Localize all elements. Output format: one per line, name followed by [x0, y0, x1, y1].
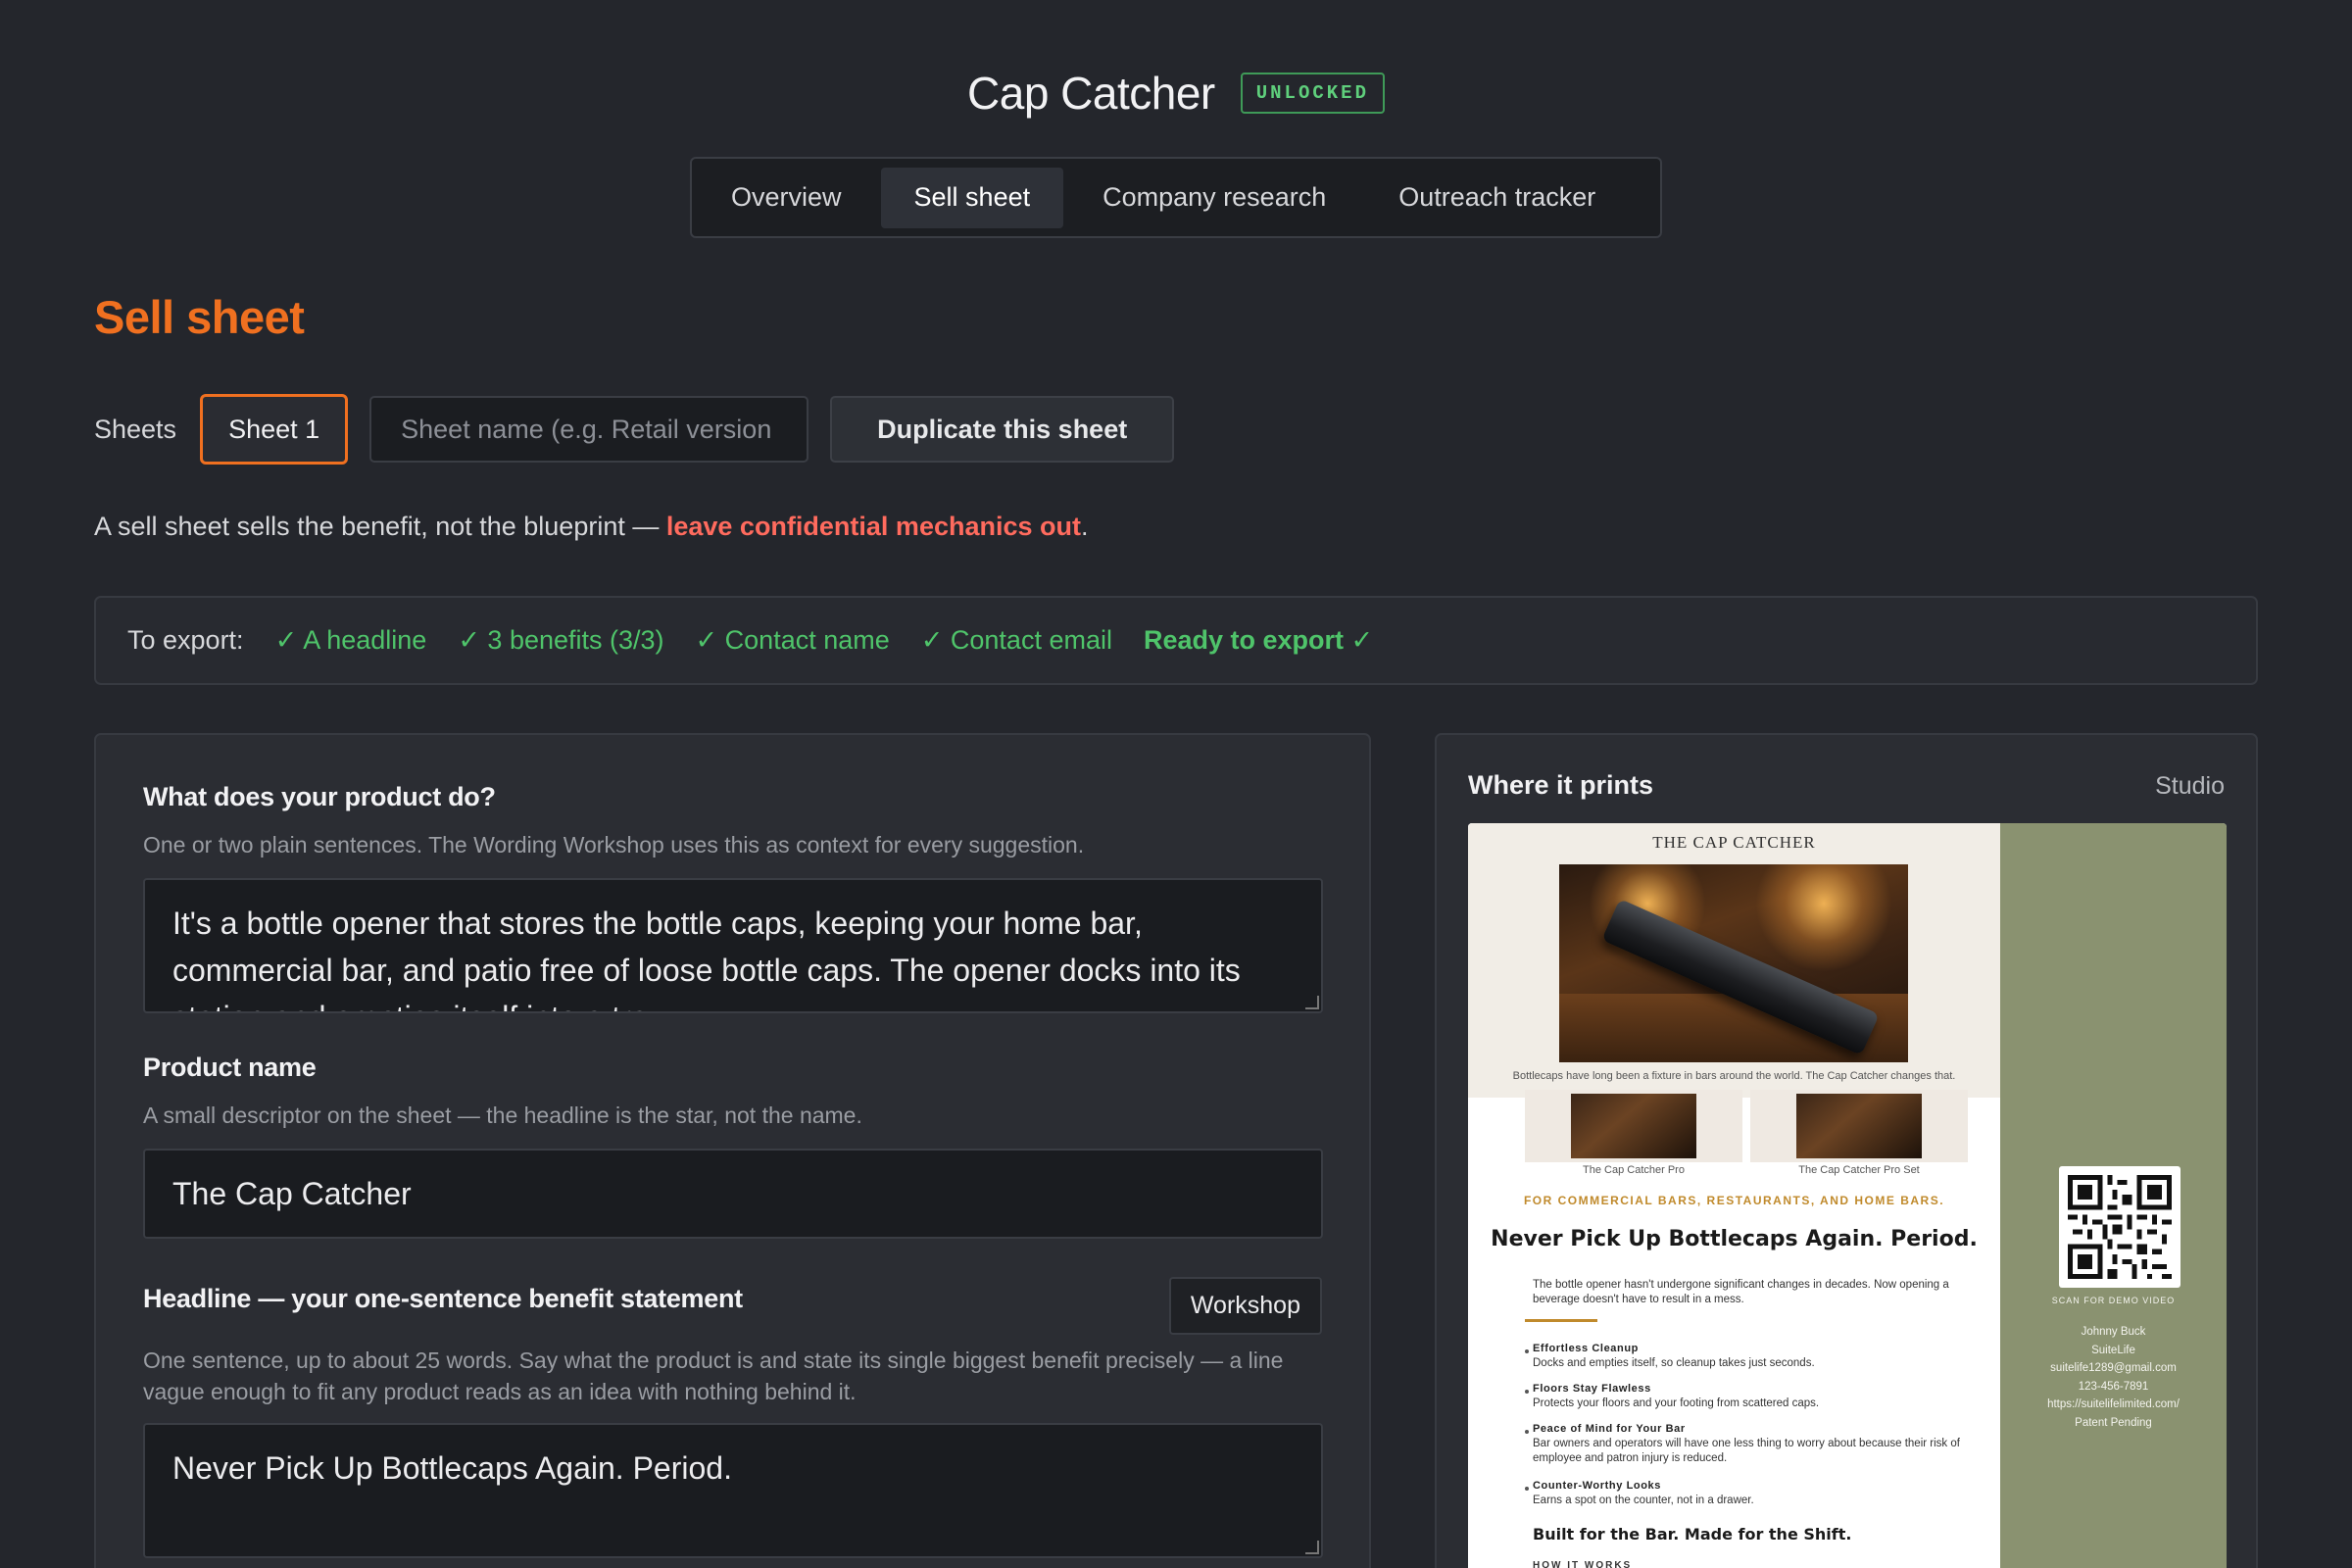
app-header: Cap Catcher UNLOCKED — [0, 67, 2352, 120]
workshop-button[interactable]: Workshop — [1168, 1277, 1322, 1335]
preview-tagline: FOR COMMERCIAL BARS, RESTAURANTS, AND HO… — [1523, 1194, 1945, 1207]
benefit-3: Peace of Mind for Your Bar Bar owners an… — [1533, 1423, 1964, 1466]
benefit-title: Floors Stay Flawless — [1533, 1383, 1651, 1395]
tab-outreach-tracker[interactable]: Outreach tracker — [1365, 168, 1629, 228]
check-contact-email: ✓ Contact email — [920, 625, 1112, 655]
confidential-note: A sell sheet sells the benefit, not the … — [94, 512, 1089, 542]
sheet-tab-1[interactable]: Sheet 1 — [200, 394, 349, 465]
sheets-row: Sheets Sheet 1 Duplicate this sheet — [94, 394, 1175, 465]
tab-sell-sheet[interactable]: Sell sheet — [880, 167, 1064, 228]
preview-intro: The bottle opener hasn't undergone signi… — [1533, 1279, 1949, 1305]
sell-sheet-preview: THE CAP CATCHER Bottlecaps have long bee… — [1468, 823, 2227, 1568]
preview-side-column: SCAN FOR DEMO VIDEO Johnny Buck SuiteLif… — [2000, 823, 2227, 1568]
headline-textarea[interactable]: Never Pick Up Bottlecaps Again. Period. — [143, 1423, 1323, 1558]
benefit-title: Peace of Mind for Your Bar — [1533, 1423, 1686, 1435]
check-headline: ✓ A headline — [274, 625, 427, 655]
page-title: Sell sheet — [94, 291, 305, 343]
thumb-pro-set-caption: The Cap Catcher Pro Set — [1798, 1164, 1920, 1176]
note-text: A sell sheet sells the benefit, not the … — [94, 512, 666, 541]
preview-main-column: THE CAP CATCHER Bottlecaps have long bee… — [1468, 823, 2000, 1568]
product-name-help: A small descriptor on the sheet — the he… — [143, 1102, 862, 1128]
headline-value: Never Pick Up Bottlecaps Again. Period. — [172, 1450, 732, 1486]
benefit-4: Counter-Worthy Looks Earns a spot on the… — [1533, 1480, 1964, 1508]
thumb-pro — [1525, 1090, 1742, 1162]
benefit-text: Bar owners and operators will have one l… — [1533, 1438, 1960, 1464]
ready-status: Ready to export ✓ — [1143, 625, 1374, 655]
contact-email: suitelife1289@gmail.com — [2050, 1362, 2177, 1374]
benefit-title: Counter-Worthy Looks — [1533, 1480, 1661, 1492]
product-name-input[interactable]: The Cap Catcher — [143, 1149, 1323, 1239]
export-checklist: To export: ✓ A headline ✓ 3 benefits (3/… — [94, 596, 2258, 685]
preview-headline: Never Pick Up Bottlecaps Again. Period. — [1491, 1227, 1978, 1251]
tab-company-research[interactable]: Company research — [1069, 168, 1359, 228]
preview-brand: THE CAP CATCHER — [1652, 833, 1816, 852]
contact-phone: 123-456-7891 — [2078, 1380, 2149, 1393]
contact-company: SuiteLife — [2091, 1344, 2135, 1356]
headline-label: Headline — your one-sentence benefit sta… — [143, 1284, 743, 1313]
bullet-icon — [1525, 1487, 1529, 1491]
contact-website: https://suitelifelimited.com/ — [2047, 1398, 2180, 1410]
product-do-label: What does your product do? — [143, 782, 496, 811]
thumb-pro-caption: The Cap Catcher Pro — [1583, 1164, 1685, 1176]
print-preview-card: Where it prints Studio THE CAP CATCHER B… — [1435, 733, 2258, 1568]
product-name-label: Product name — [143, 1053, 317, 1082]
product-do-value: It's a bottle opener that stores the bot… — [172, 906, 1241, 1011]
resize-handle-icon[interactable] — [1305, 1541, 1319, 1554]
qr-code-icon — [2059, 1166, 2180, 1288]
preview-how-it-works: HOW IT WORKS — [1533, 1560, 1633, 1568]
product-do-help: One or two plain sentences. The Wording … — [143, 832, 1085, 858]
note-end: . — [1081, 512, 1089, 541]
export-label: To export: — [127, 625, 244, 655]
preview-mode[interactable]: Studio — [2155, 772, 2225, 801]
duplicate-sheet-button[interactable]: Duplicate this sheet — [830, 396, 1175, 463]
product-name-value: The Cap Catcher — [172, 1175, 412, 1211]
benefit-text: Docks and empties itself, so cleanup tak… — [1533, 1357, 1815, 1369]
thumb-pro-set — [1750, 1090, 1968, 1162]
contact-block: Johnny Buck SuiteLife suitelife1289@gmai… — [2000, 1323, 2227, 1432]
preview-caption: Bottlecaps have long been a fixture in b… — [1512, 1070, 1956, 1082]
bullet-icon — [1525, 1390, 1529, 1394]
benefit-2: Floors Stay Flawless Protects your floor… — [1533, 1383, 1964, 1411]
patent-status: Patent Pending — [2075, 1416, 2152, 1429]
check-contact-name: ✓ Contact name — [695, 625, 890, 655]
benefit-text: Protects your floors and your footing fr… — [1533, 1397, 1820, 1409]
sheet-name-input[interactable] — [369, 396, 809, 463]
resize-handle-icon[interactable] — [1305, 996, 1319, 1009]
check-benefits: ✓ 3 benefits (3/3) — [458, 625, 664, 655]
unlocked-badge: UNLOCKED — [1240, 73, 1385, 114]
hero-product-image — [1559, 864, 1908, 1062]
benefit-text: Earns a spot on the counter, not in a dr… — [1533, 1494, 1754, 1506]
main-tabs: Overview Sell sheet Company research Out… — [690, 157, 1662, 238]
preview-divider — [1525, 1319, 1597, 1322]
benefit-title: Effortless Cleanup — [1533, 1343, 1639, 1354]
bullet-icon — [1525, 1349, 1529, 1353]
contact-name: Johnny Buck — [2081, 1326, 2146, 1338]
headline-help: One sentence, up to about 25 words. Say … — [143, 1348, 1284, 1404]
preview-built-line: Built for the Bar. Made for the Shift. — [1533, 1525, 1852, 1544]
bullet-icon — [1525, 1430, 1529, 1434]
sell-sheet-form: What does your product do? One or two pl… — [94, 733, 1371, 1568]
tab-overview[interactable]: Overview — [698, 168, 875, 228]
sheets-label: Sheets — [94, 414, 177, 444]
app-title: Cap Catcher — [967, 68, 1215, 119]
note-warning: leave confidential mechanics out — [665, 512, 1081, 541]
benefit-1: Effortless Cleanup Docks and empties its… — [1533, 1343, 1964, 1371]
product-do-textarea[interactable]: It's a bottle opener that stores the bot… — [143, 878, 1323, 1013]
preview-title: Where it prints — [1468, 770, 1654, 800]
scan-caption: SCAN FOR DEMO VIDEO — [2051, 1296, 2176, 1305]
